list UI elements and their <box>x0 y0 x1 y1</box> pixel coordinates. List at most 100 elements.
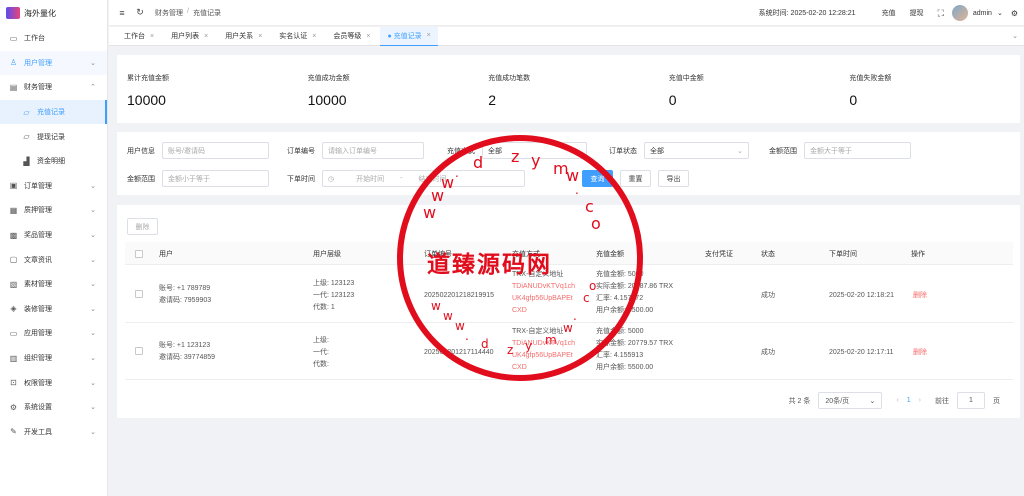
page-size-select[interactable]: 20条/页 ⌄ <box>818 392 883 409</box>
row-checkbox[interactable] <box>135 347 143 355</box>
sidebar-item[interactable]: ⊡ 权限管理 ⌄ <box>0 370 107 395</box>
chevron-icon: ⌄ <box>90 305 96 313</box>
order-no-input[interactable]: 请输入订单编号 <box>322 142 424 159</box>
user-info-input[interactable]: 账号/邀请码 <box>162 142 269 159</box>
sidebar-item[interactable]: ▭ 工作台 <box>0 26 107 51</box>
user-menu[interactable]: admin ⌄ <box>951 5 1003 21</box>
user-name: admin <box>972 9 992 17</box>
sidebar-item[interactable]: ▱ 充值记录 <box>0 99 107 125</box>
sidebar-item-label: 开发工具 <box>24 428 52 436</box>
sidebar-item[interactable]: ▟ 资金明细 <box>0 149 107 174</box>
row-checkbox[interactable] <box>135 290 143 298</box>
sidebar-item[interactable]: ▢ 文章资讯 ⌄ <box>0 247 107 272</box>
close-icon[interactable]: × <box>427 32 431 39</box>
chevron-down-icon: ⌄ <box>869 397 876 405</box>
recharge-link[interactable]: 充值 <box>882 8 896 18</box>
stat-label: 充值中金额 <box>668 75 704 82</box>
withdraw-link[interactable]: 提现 <box>910 8 924 18</box>
start-time-field[interactable]: 开始时间 <box>356 174 384 184</box>
header-voucher: 支付凭证 <box>705 250 733 258</box>
batch-delete-button[interactable]: 删除 <box>127 218 158 235</box>
range-separator: - <box>400 175 403 182</box>
level-gen1: 一代: 123123 <box>313 292 355 299</box>
order-status-select[interactable]: 全部 ⌄ <box>644 142 749 159</box>
close-icon[interactable]: × <box>258 33 262 40</box>
fullscreen-icon[interactable]: ⛶ <box>938 8 944 19</box>
tab[interactable]: 用户列表 × <box>164 27 215 46</box>
sidebar-item[interactable]: ▩ 奖品管理 ⌄ <box>0 223 107 248</box>
amount-max-input[interactable]: 金额小于等于 <box>162 170 269 187</box>
tab[interactable]: 用户关系 × <box>218 27 269 46</box>
sidebar-item[interactable]: ✎ 开发工具 ⌄ <box>0 420 107 445</box>
next-page-button[interactable]: › <box>919 397 921 404</box>
monitor-icon: ▭ <box>9 33 18 43</box>
sidebar-item[interactable]: ▱ 提现记录 <box>0 124 107 149</box>
sidebar-item[interactable]: ◈ 装修管理 ⌄ <box>0 297 107 322</box>
close-icon[interactable]: × <box>204 33 208 40</box>
sidebar-item-label: 文章资讯 <box>24 256 52 264</box>
folder-icon: ▱ <box>23 132 30 142</box>
sidebar-item[interactable]: ▦ 质押管理 ⌄ <box>0 198 107 223</box>
refresh-icon[interactable]: ↻ <box>133 7 147 18</box>
org-icon: ▥ <box>9 353 18 363</box>
filter-label: 金额范围 <box>769 147 797 155</box>
recharge-method: TRX-自定义地址 <box>512 328 564 335</box>
order-time-range[interactable]: ◷ 开始时间 - 结束时间 <box>322 170 525 187</box>
sidebar-item[interactable]: ▤ 财务管理 ⌃ <box>0 75 107 100</box>
close-icon[interactable]: × <box>150 33 154 40</box>
gear-icon[interactable]: ⚙ <box>1011 9 1018 18</box>
stat-item: 充值成功笔数 2 <box>478 55 659 123</box>
amount-min-input[interactable]: 金额大于等于 <box>804 142 911 159</box>
delete-link[interactable]: 删除 <box>913 347 927 358</box>
app-logo[interactable]: 海外量化 <box>0 0 107 26</box>
stats-card: 累计充值金额 10000 充值成功金额 10000 充值成功笔数 2 充值中金额 0 充值失败金… <box>117 55 1020 123</box>
logo-icon <box>6 7 20 19</box>
search-button[interactable]: 查询 <box>582 170 613 187</box>
sidebar-item[interactable]: ▣ 订单管理 ⌄ <box>0 174 107 199</box>
menu-toggle-icon[interactable]: ≡ <box>115 8 129 18</box>
export-button[interactable]: 导出 <box>658 170 689 187</box>
chevron-down-icon: ⌄ <box>996 10 1003 17</box>
wallet-address-line: CXD <box>512 307 527 314</box>
chart-icon: ▟ <box>23 156 30 166</box>
tab[interactable]: ● 充值记录 × <box>380 26 438 46</box>
level-depth: 代数: 1 <box>313 304 335 311</box>
breadcrumb-item-finance[interactable]: 财务管理 <box>155 8 183 18</box>
sidebar-item[interactable]: ♙ 用户管理 ⌄ <box>0 50 107 76</box>
amount-actual: 实际金额: 20779.57 TRX <box>596 340 674 347</box>
avatar[interactable] <box>951 5 968 21</box>
clock-icon: ◷ <box>328 175 335 183</box>
tab[interactable]: 会员等级 × <box>326 27 377 46</box>
reset-button[interactable]: 重置 <box>620 170 651 187</box>
close-icon[interactable]: × <box>366 33 370 40</box>
level-depth: 代数: <box>313 361 329 368</box>
gear-icon: ⚙ <box>9 402 18 412</box>
sidebar-item[interactable]: ⚙ 系统设置 ⌄ <box>0 395 107 420</box>
exchange-rate: 汇率: 4.155913 <box>596 352 644 359</box>
page-number-1[interactable]: 1 <box>907 397 911 404</box>
close-icon[interactable]: × <box>312 33 316 40</box>
tabs-more-icon[interactable]: ⌄ <box>1012 32 1018 40</box>
delete-link[interactable]: 删除 <box>913 290 927 301</box>
goto-page-input[interactable]: 1 <box>957 392 985 409</box>
prev-page-button[interactable]: ‹ <box>896 397 898 404</box>
end-time-field[interactable]: 结束时间 <box>418 174 446 184</box>
tab[interactable]: 实名认证 × <box>272 27 323 46</box>
select-all-checkbox[interactable] <box>135 242 143 265</box>
order-icon: ▣ <box>9 181 18 191</box>
sidebar-item[interactable]: ▧ 素材管理 ⌄ <box>0 272 107 297</box>
wallet-address-line: UK4gfp56UpBAPEt <box>512 295 573 302</box>
sidebar-item[interactable]: ▭ 应用管理 ⌄ <box>0 321 107 346</box>
filter-order-no: 订单编号 请输入订单编号 <box>287 142 424 159</box>
decor-icon: ◈ <box>10 304 17 314</box>
sidebar-item-label: 质押管理 <box>24 207 52 215</box>
filter-user-info: 用户信息 账号/邀请码 <box>127 142 269 159</box>
lock-icon: ⊡ <box>10 378 17 388</box>
sidebar-item[interactable]: ▥ 组织管理 ⌄ <box>0 346 107 371</box>
recharge-method-select[interactable]: 全部 ⌄ <box>482 142 587 159</box>
stat-label: 充值成功笔数 <box>488 75 531 82</box>
amount-actual: 实际金额: 20787.86 TRX <box>596 283 674 290</box>
exchange-rate: 汇率: 4.157572 <box>596 295 644 302</box>
page-unit-label: 页 <box>993 397 1000 405</box>
tab[interactable]: 工作台 × <box>117 27 161 46</box>
